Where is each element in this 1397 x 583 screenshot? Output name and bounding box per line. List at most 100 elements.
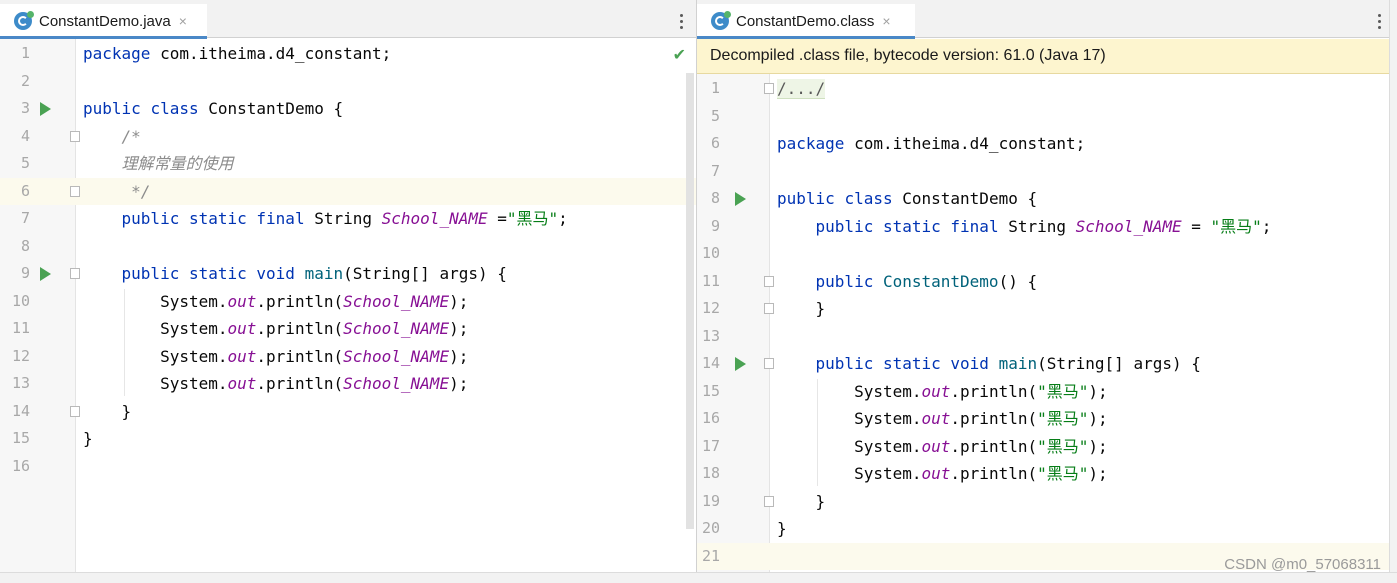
- code-line[interactable]: 1 /.../: [697, 75, 1389, 102]
- kebab-menu-icon[interactable]: [679, 14, 683, 30]
- code-editor[interactable]: Decompiled .class file, bytecode version…: [697, 39, 1389, 572]
- code-line[interactable]: 13: [697, 323, 1389, 350]
- code-token: }: [83, 429, 93, 448]
- scrollbar[interactable]: [686, 73, 694, 529]
- line-number: 14: [11, 401, 30, 420]
- code-line[interactable]: 9 public static final String School_NAME…: [697, 213, 1389, 240]
- code-token: }: [83, 401, 132, 421]
- line-number: 13: [11, 374, 30, 392]
- code-token: .println(: [256, 291, 344, 311]
- code-line[interactable]: 19 }: [697, 488, 1389, 515]
- code-line[interactable]: 16 System.out.println("黑马");: [697, 405, 1389, 432]
- code-line[interactable]: 10: [697, 240, 1389, 267]
- close-icon[interactable]: ×: [882, 13, 890, 29]
- tab-constantdemo-java[interactable]: ConstantDemo.java ×: [0, 4, 207, 39]
- code-token: ConstantDemo {: [198, 99, 344, 118]
- code-line[interactable]: 7: [697, 158, 1389, 185]
- code-line[interactable]: 9 public static void main(String[] args)…: [0, 260, 696, 287]
- run-gutter-icon[interactable]: [735, 357, 746, 371]
- fold-marker-icon[interactable]: [70, 185, 80, 197]
- code-token: .println(: [950, 464, 1038, 483]
- code-line[interactable]: 8 public class ConstantDemo {: [697, 185, 1389, 212]
- fold-marker-icon[interactable]: [764, 358, 774, 369]
- code-line[interactable]: 14 public static void main(String[] args…: [697, 350, 1389, 377]
- code-line[interactable]: 12 System.out.println(School_NAME);: [0, 343, 696, 370]
- line-number: 15: [701, 381, 720, 400]
- code-token: .println(: [256, 374, 344, 393]
- code-line[interactable]: 12 }: [697, 295, 1389, 322]
- code-line[interactable]: 6 package com.itheima.d4_constant;: [697, 130, 1389, 157]
- code-line[interactable]: 14 }: [0, 398, 696, 425]
- code-text: package com.itheima.d4_constant;: [777, 130, 1085, 157]
- run-gutter-icon[interactable]: [735, 192, 746, 206]
- line-number: 8: [710, 189, 720, 207]
- code-token: );: [1088, 381, 1108, 401]
- tab-constantdemo-class[interactable]: ConstantDemo.class ×: [697, 4, 915, 39]
- code-token: ;: [558, 209, 568, 228]
- code-token: School_NAME: [343, 319, 450, 338]
- code-line[interactable]: 5 理解常量的使用: [0, 150, 696, 177]
- code-token: School_NAME: [343, 346, 450, 366]
- line-number: 13: [701, 326, 720, 345]
- code-editor[interactable]: 1 package com.itheima.d4_constant; 2 3 publi…: [0, 39, 696, 572]
- code-token: (String[] args) {: [1037, 354, 1201, 373]
- code-token: main: [304, 264, 344, 283]
- code-line[interactable]: 7 public static final String School_NAME…: [0, 205, 696, 232]
- fold-marker-icon[interactable]: [764, 83, 774, 94]
- code-text: System.out.println("黑马");: [777, 405, 1108, 432]
- fold-marker-icon[interactable]: [764, 495, 774, 507]
- code-token: public: [777, 189, 835, 208]
- kebab-menu-icon[interactable]: [1377, 14, 1381, 30]
- code-line[interactable]: 8: [0, 233, 696, 260]
- code-text: System.out.println(School_NAME);: [83, 343, 468, 370]
- fold-marker-icon[interactable]: [764, 303, 774, 314]
- run-gutter-icon[interactable]: [40, 102, 51, 116]
- fold-marker-icon[interactable]: [70, 268, 80, 279]
- line-number: 12: [701, 299, 720, 317]
- tab-label: ConstantDemo.class: [736, 12, 875, 30]
- code-line[interactable]: 10 System.out.println(School_NAME);: [0, 288, 696, 315]
- code-line[interactable]: 17 System.out.println("黑马");: [697, 433, 1389, 460]
- code-line[interactable]: 5: [697, 103, 1389, 130]
- code-line[interactable]: 11 public ConstantDemo() {: [697, 268, 1389, 295]
- fold-marker-icon[interactable]: [764, 275, 774, 287]
- run-gutter-icon[interactable]: [40, 267, 51, 281]
- fold-marker-icon[interactable]: [70, 405, 80, 417]
- code-token: );: [1088, 436, 1108, 456]
- code-line[interactable]: 20}: [697, 515, 1389, 542]
- code-line[interactable]: 15}: [0, 425, 696, 452]
- code-token: ;: [1261, 216, 1272, 236]
- code-line[interactable]: 15 System.out.println("黑马");: [697, 378, 1389, 405]
- code-token: static: [188, 209, 247, 228]
- code-line[interactable]: 16: [0, 453, 696, 480]
- code-line[interactable]: 13 System.out.println(School_NAME);: [0, 370, 696, 397]
- code-line[interactable]: 18 System.out.println("黑马");: [697, 460, 1389, 487]
- code-line[interactable]: 4 /*: [0, 123, 696, 150]
- code-text: }: [83, 425, 93, 452]
- fold-marker-icon[interactable]: [70, 130, 80, 142]
- code-line[interactable]: 2: [0, 68, 696, 95]
- code-line[interactable]: 1 package com.itheima.d4_constant;: [0, 40, 696, 67]
- code-text: public static void main(String[] args) {: [777, 350, 1201, 377]
- close-icon[interactable]: ×: [179, 13, 187, 29]
- code-text: 理解常量的使用: [83, 150, 234, 177]
- line-number: 8: [20, 236, 30, 255]
- line-number: 20: [701, 519, 720, 537]
- code-line[interactable]: 11 System.out.println(School_NAME);: [0, 315, 696, 342]
- code-token: .println(: [950, 409, 1038, 428]
- code-text: System.out.println(School_NAME);: [83, 370, 468, 397]
- code-token: out: [227, 374, 257, 393]
- code-line[interactable]: 6 */: [0, 177, 696, 205]
- code-line[interactable]: 3 public class ConstantDemo {: [0, 95, 696, 122]
- line-number: 10: [701, 244, 720, 262]
- code-token: ConstantDemo {: [892, 189, 1038, 208]
- checkmark-icon: ✔: [672, 47, 686, 64]
- code-token: );: [1088, 409, 1108, 428]
- code-token: 理解常量的使用: [83, 154, 234, 173]
- code-token: System.: [777, 409, 922, 428]
- code-token: String: [998, 216, 1076, 236]
